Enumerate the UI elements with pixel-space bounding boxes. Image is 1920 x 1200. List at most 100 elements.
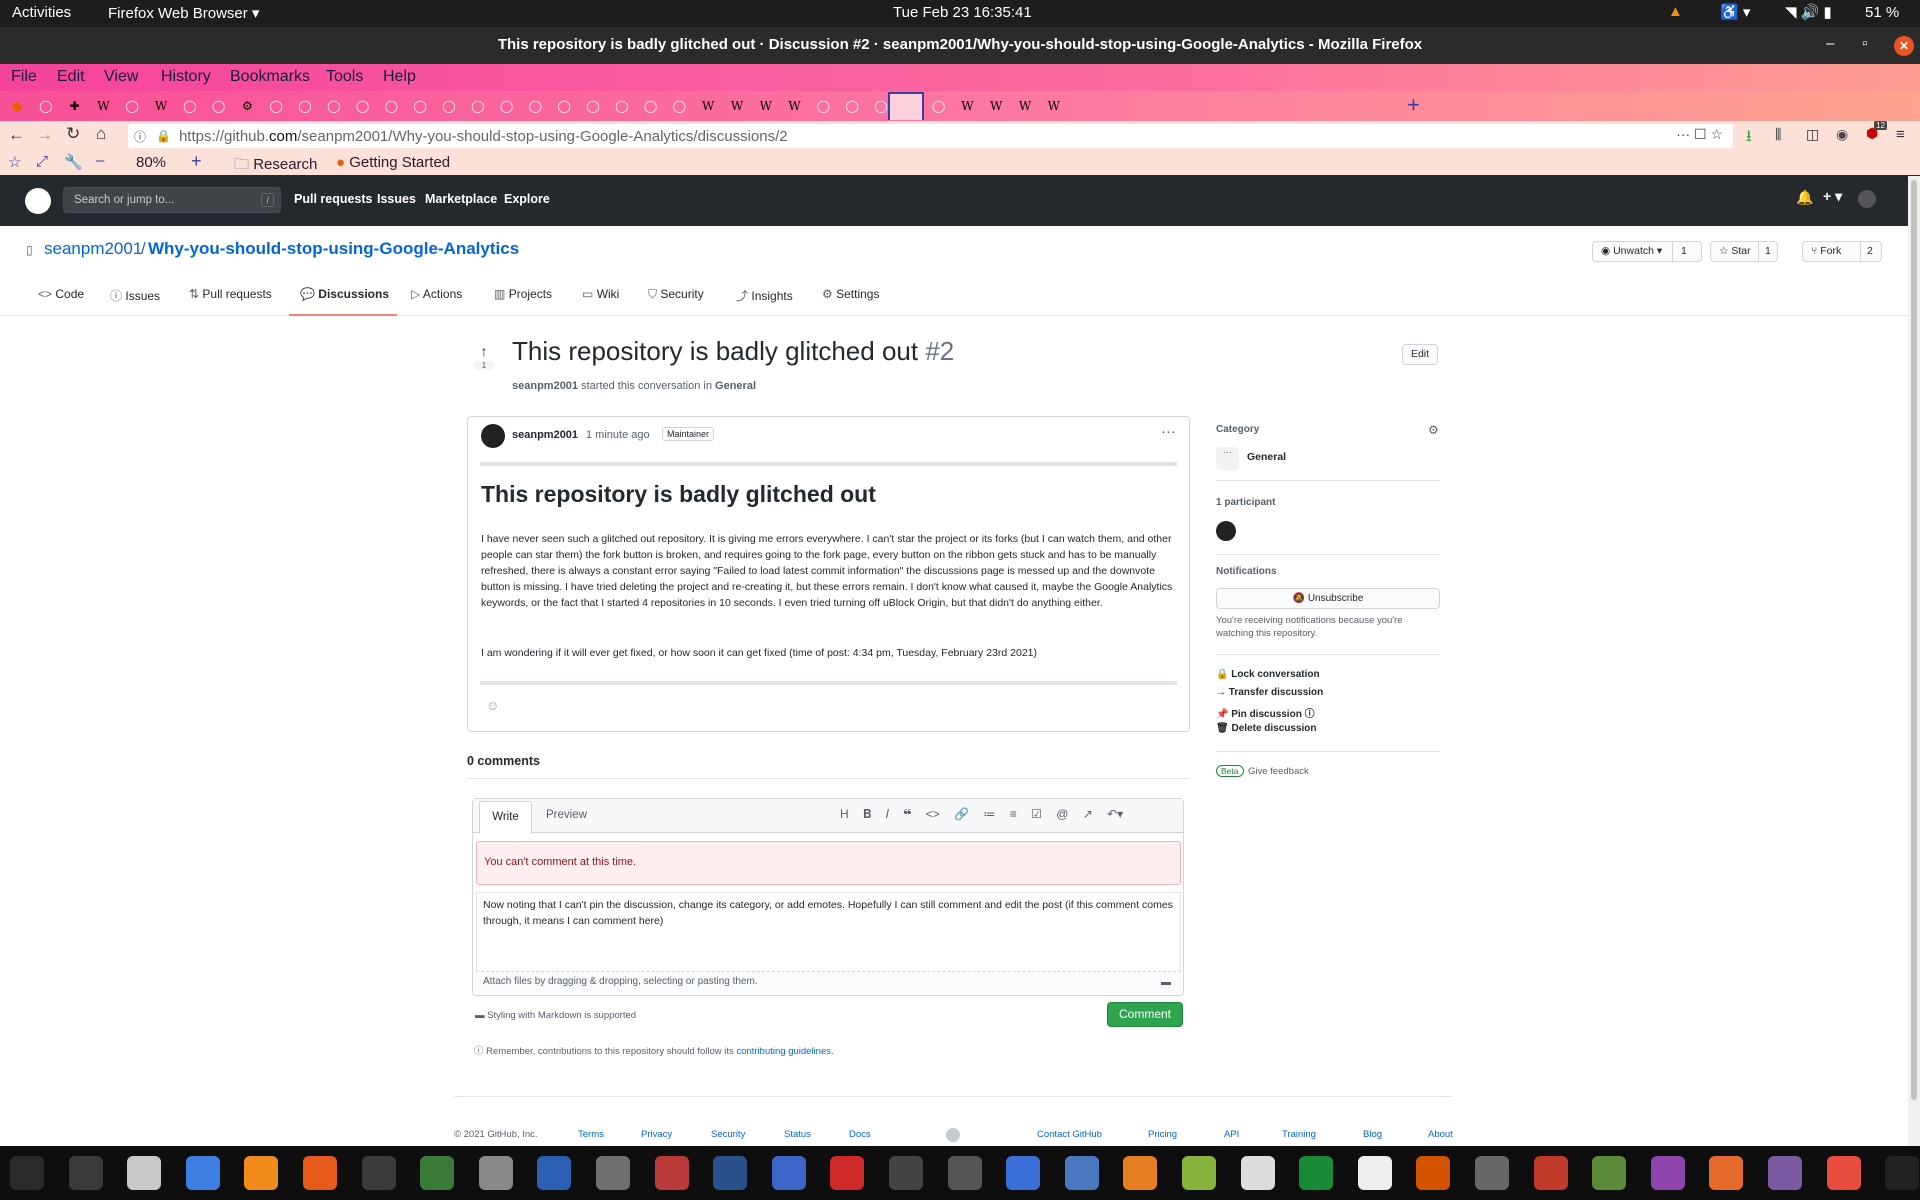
tab-pull-requests[interactable]: ⇅ Pull requests [189, 287, 272, 301]
github-tab-icon[interactable]: ◯ [440, 97, 458, 115]
wikipedia-tab-icon[interactable]: W [786, 97, 804, 115]
taskbar-app-icon[interactable] [1768, 1156, 1802, 1190]
github-tab-icon[interactable]: ◯ [37, 97, 55, 115]
taskbar-app-icon[interactable] [10, 1156, 44, 1190]
footer-link-about[interactable]: About [1428, 1129, 1453, 1140]
taskbar-app-icon[interactable] [303, 1156, 337, 1190]
footer-link-docs[interactable]: Docs [849, 1129, 871, 1140]
reload-icon[interactable]: ↻ [66, 124, 80, 144]
nav-pull-requests[interactable]: Pull requests [294, 192, 373, 206]
footer-link-blog[interactable]: Blog [1363, 1129, 1382, 1140]
taskbar-app-icon[interactable] [1475, 1156, 1509, 1190]
edit-button[interactable]: Edit [1402, 344, 1438, 365]
wikipedia-tab-icon[interactable]: W [757, 97, 775, 115]
taskbar-app-icon[interactable] [244, 1156, 279, 1190]
taskbar-app-icon[interactable] [1006, 1156, 1041, 1190]
zoom-in-icon[interactable]: + [191, 151, 202, 172]
taskbar-app-icon[interactable] [420, 1156, 455, 1190]
taskbar-app-icon[interactable] [478, 1156, 513, 1190]
accessibility-icon[interactable]: ♿ ▾ [1720, 3, 1750, 21]
taskbar-app-icon[interactable] [68, 1156, 103, 1190]
tab-discussions[interactable]: 💬 Discussions [300, 287, 389, 301]
taskbar-app-icon[interactable] [596, 1156, 630, 1190]
home-icon[interactable]: ⌂ [96, 124, 106, 144]
tab-settings[interactable]: ⚙ Settings [822, 287, 879, 301]
taskbar-app-icon[interactable] [1826, 1156, 1861, 1190]
taskbar-app-icon[interactable] [1709, 1156, 1744, 1190]
taskbar-app-icon[interactable] [713, 1156, 748, 1190]
menu-tools[interactable]: Tools [326, 68, 363, 86]
participant-avatar[interactable] [1216, 521, 1236, 541]
repo-name-link[interactable]: Why-you-should-stop-using-Google-Analyti… [148, 239, 519, 259]
hamburger-menu-icon[interactable]: ≡ [1896, 126, 1905, 143]
github-tab-icon[interactable]: ◯ [123, 97, 141, 115]
menu-view[interactable]: View [104, 68, 138, 86]
category-settings-gear-icon[interactable]: ⚙ [1428, 423, 1439, 437]
lock-conversation[interactable]: 🔒 Lock conversation [1216, 669, 1320, 680]
activities-button[interactable]: Activities [12, 4, 71, 21]
github-tab-icon[interactable]: ◯ [325, 97, 343, 115]
github-tab-icon[interactable]: ◯ [469, 97, 487, 115]
taskbar-app-icon[interactable] [654, 1156, 689, 1190]
more-options-icon[interactable]: ··· [1161, 423, 1176, 440]
menu-history[interactable]: History [161, 68, 211, 86]
taskbar-app-icon[interactable] [1240, 1156, 1275, 1190]
wikipedia-tab-icon[interactable]: W [699, 97, 717, 115]
github-tab-icon[interactable]: ◯ [642, 97, 660, 115]
author-link[interactable]: seanpm2001 [512, 380, 578, 392]
wikipedia-tab-icon[interactable]: W [152, 97, 170, 115]
taskbar-app-icon[interactable] [771, 1156, 806, 1190]
pin-discussion[interactable]: 📌 Pin discussion ⓘ [1216, 705, 1315, 720]
comment-button[interactable]: Comment [1107, 1002, 1183, 1027]
taskbar-app-icon[interactable] [1182, 1156, 1216, 1190]
taskbar-app-icon[interactable] [947, 1156, 982, 1190]
tab-insights[interactable]: ⤴ Insights [736, 287, 793, 304]
footer-link-security[interactable]: Security [711, 1129, 745, 1140]
settings-tab-icon[interactable]: ⚙ [238, 97, 256, 115]
taskbar-app-icon[interactable] [1416, 1156, 1451, 1190]
github-tab-icon[interactable]: ◯ [354, 97, 372, 115]
taskbar-app-icon[interactable] [361, 1156, 396, 1190]
bookmark-getting-started[interactable]: ● Getting Started [336, 154, 450, 171]
forward-icon[interactable]: → [36, 125, 53, 145]
back-icon[interactable]: ← [8, 125, 25, 145]
tab-wiki[interactable]: ▭ Wiki [582, 287, 619, 301]
menu-help[interactable]: Help [383, 68, 416, 86]
star-button[interactable]: ☆ Star 1 [1710, 241, 1778, 262]
taskbar-app-icon[interactable] [1885, 1156, 1920, 1190]
maximize-icon[interactable]: ▫ [1862, 35, 1867, 52]
post-author[interactable]: seanpm2001 [512, 429, 578, 441]
author-avatar[interactable] [481, 424, 505, 448]
zoom-out-icon[interactable]: – [96, 152, 104, 169]
nav-explore[interactable]: Explore [504, 192, 550, 206]
extension-tab-icon[interactable]: ✚ [66, 97, 84, 115]
library-icon[interactable]: ⫼ [1775, 126, 1781, 143]
download-icon[interactable]: ⭳ [1746, 125, 1752, 152]
transfer-discussion[interactable]: → Transfer discussion [1216, 687, 1323, 698]
github-tab-icon[interactable]: ◯ [526, 97, 544, 115]
close-icon[interactable]: ✕ [1894, 36, 1914, 56]
category-value[interactable]: General [1247, 451, 1286, 463]
delete-discussion[interactable]: 🗑 Delete discussion [1216, 723, 1317, 734]
page-scrollbar[interactable] [1908, 176, 1920, 1146]
taskbar-app-icon[interactable] [1357, 1156, 1392, 1190]
github-logo-icon[interactable] [25, 188, 51, 214]
github-tab-icon[interactable]: ◯ [843, 97, 861, 115]
github-tab-icon[interactable]: ◯ [814, 97, 832, 115]
taskbar-app-icon[interactable] [1299, 1156, 1334, 1190]
firefox-app-menu[interactable]: Firefox Web Browser ▾ [108, 4, 259, 22]
footer-link-status[interactable]: Status [784, 1129, 811, 1140]
wrench-icon[interactable]: 🔧 [64, 153, 83, 171]
write-tab[interactable]: Write [479, 801, 532, 834]
post-time[interactable]: 1 minute ago [586, 429, 650, 441]
markdown-note[interactable]: ▬ Styling with Markdown is supported [475, 1010, 636, 1021]
repo-owner-link[interactable]: seanpm2001 [44, 239, 142, 259]
system-status-icons[interactable]: ◥ 🔊 ▮ [1785, 3, 1832, 21]
github-tab-icon[interactable]: ◯ [498, 97, 516, 115]
category-link[interactable]: General [715, 380, 756, 392]
info-icon[interactable]: ⓘ [134, 128, 146, 145]
url-bar[interactable]: ⓘ 🔒 https://github.com/seanpm2001/Why-yo… [128, 124, 1733, 148]
github-tab-icon[interactable]: ◯ [181, 97, 199, 115]
github-footer-logo-icon[interactable] [946, 1128, 960, 1142]
menu-edit[interactable]: Edit [57, 68, 85, 86]
